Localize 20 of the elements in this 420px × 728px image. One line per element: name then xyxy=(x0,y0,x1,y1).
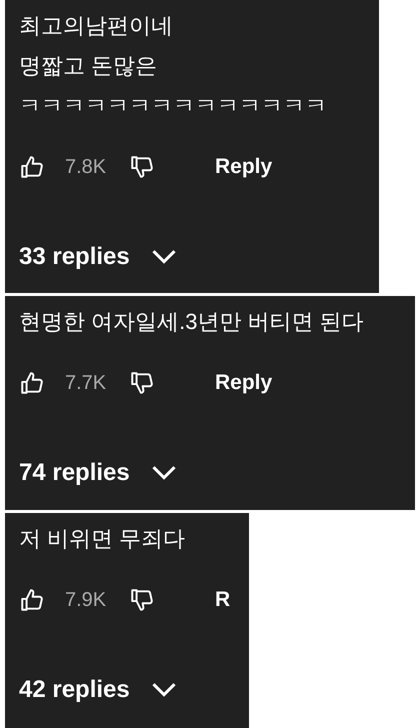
reply-button[interactable]: Reply xyxy=(215,371,272,395)
comment-text: ㅋㅋㅋㅋㅋㅋㅋㅋㅋㅋㅋㅋㅋㅋ xyxy=(19,92,327,120)
thumbs-up-icon[interactable] xyxy=(19,587,45,613)
thumbs-up-icon[interactable] xyxy=(19,154,45,180)
replies-toggle[interactable]: 33 replies xyxy=(19,239,178,275)
reply-button[interactable]: Reply xyxy=(215,155,272,179)
replies-toggle[interactable]: 42 replies xyxy=(19,672,178,708)
thumbs-down-icon[interactable] xyxy=(129,370,155,396)
thumbs-down-icon[interactable] xyxy=(129,154,155,180)
comment-text: 명짧고 돈많은 xyxy=(19,52,158,80)
thumbs-down-icon[interactable] xyxy=(129,587,155,613)
reply-button[interactable]: R xyxy=(215,588,230,612)
comment-text: 현명한 여자일세.3년만 버티면 된다 xyxy=(19,308,364,336)
like-count: 7.8K xyxy=(65,156,108,178)
comment-text: 최고의남편이네 xyxy=(19,12,173,40)
comment-text: 저 비위면 무죄다 xyxy=(19,525,186,553)
replies-toggle[interactable]: 74 replies xyxy=(19,455,178,491)
like-count: 7.9K xyxy=(65,588,108,612)
thumbs-up-icon[interactable] xyxy=(19,370,45,396)
like-count: 7.7K xyxy=(65,372,108,394)
